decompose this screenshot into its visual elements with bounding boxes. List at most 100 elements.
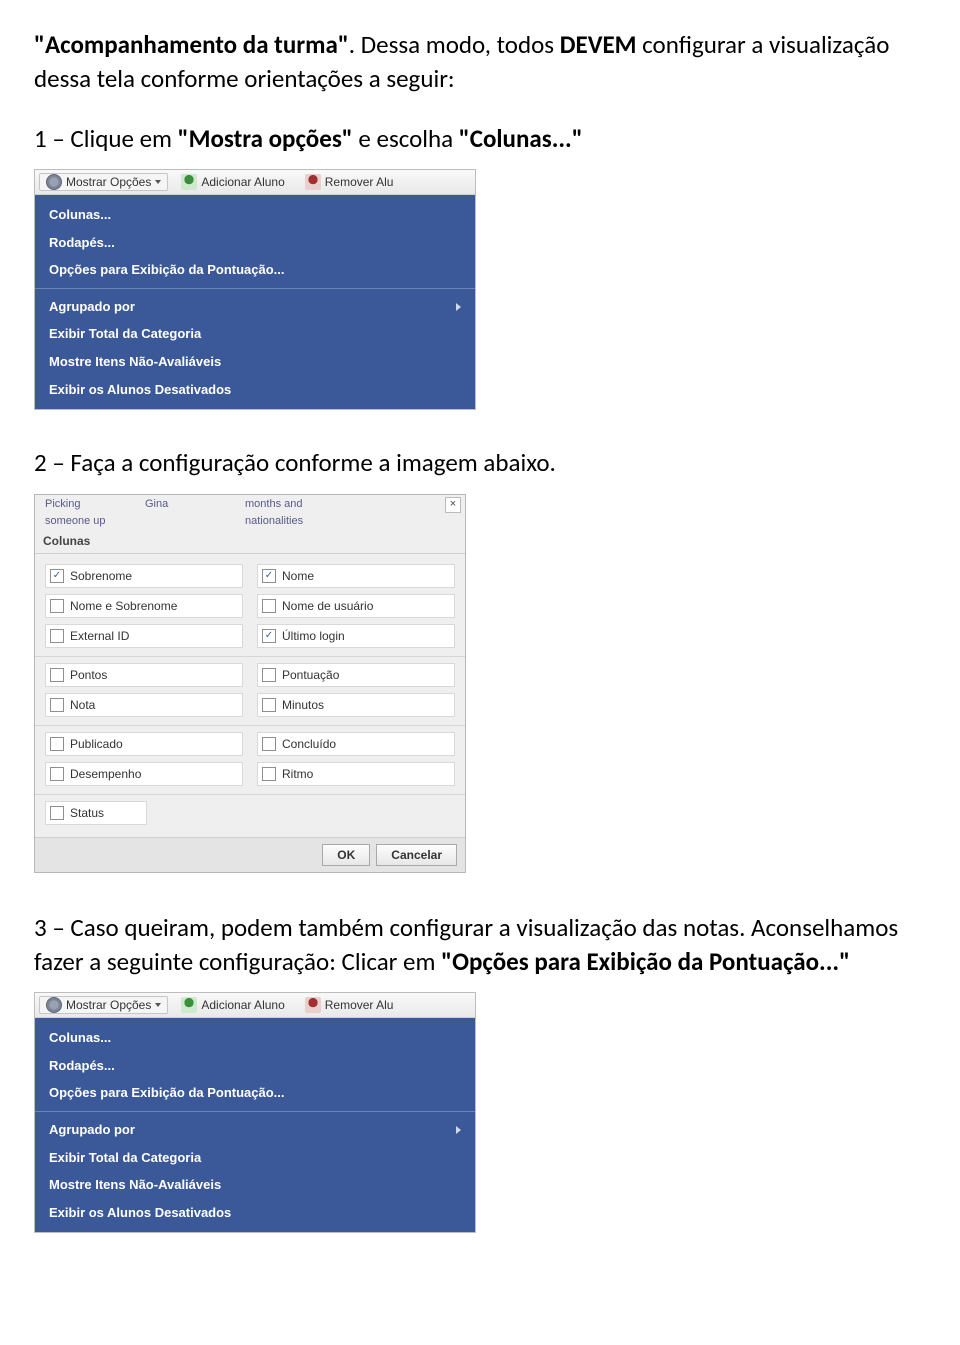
checkbox-nome-sobrenome[interactable]: Nome e Sobrenome	[45, 594, 243, 618]
close-dialog-button[interactable]: ×	[445, 497, 461, 513]
step2: 2 – Faça a configuração conforme a image…	[34, 446, 926, 480]
mostrar-opcoes-button[interactable]: Mostrar Opções	[39, 173, 168, 191]
step3: 3 – Caso queiram, podem também configura…	[34, 911, 926, 979]
add-user-icon	[181, 997, 197, 1013]
checkbox-icon	[50, 599, 64, 613]
step1-q2: "Colunas..."	[459, 123, 583, 154]
checkbox-icon	[50, 629, 64, 643]
menu-mostre-itens-nao-avaliaveis[interactable]: Mostre Itens Não-Avaliáveis	[35, 348, 475, 376]
dialog-button-bar: OK Cancelar	[35, 837, 465, 872]
checkbox-icon	[262, 737, 276, 751]
options-toolbar: Mostrar Opções Adicionar Aluno Remover A…	[35, 170, 475, 195]
menu-rodapes-label: Rodapés...	[49, 1057, 115, 1075]
menu-exibir-alunos-desativados-label: Exibir os Alunos Desativados	[49, 381, 231, 399]
checkbox-concluido[interactable]: Concluído	[257, 732, 455, 756]
intro-devem: DEVEM	[560, 29, 637, 60]
checkbox-label: Desempenho	[70, 766, 141, 782]
menu-opcoes-pontuacao-label: Opções para Exibição da Pontuação...	[49, 261, 285, 279]
checkbox-icon	[262, 698, 276, 712]
checkbox-label: Ritmo	[282, 766, 313, 782]
colunas-dialog: Picking Gina months and someone up natio…	[34, 494, 466, 873]
menu-mostre-itens-nao-avaliaveis[interactable]: Mostre Itens Não-Avaliáveis	[35, 1171, 475, 1199]
remove-user-icon	[305, 997, 321, 1013]
bg-gina: Gina	[145, 497, 235, 512]
step1-lead: 1 – Clique em	[34, 123, 178, 154]
menu-agrupado-por[interactable]: Agrupado por	[35, 1116, 475, 1144]
menu-opcoes-pontuacao[interactable]: Opções para Exibição da Pontuação...	[35, 256, 475, 284]
checkbox-ritmo[interactable]: Ritmo	[257, 762, 455, 786]
cancel-button[interactable]: Cancelar	[376, 844, 457, 866]
step3-q1: "Opções para Exibição da Pontuação..."	[441, 946, 850, 977]
menu-exibir-total-categoria[interactable]: Exibir Total da Categoria	[35, 320, 475, 348]
checkbox-pontuacao[interactable]: Pontuação	[257, 663, 455, 687]
menu-rodapes[interactable]: Rodapés...	[35, 1052, 475, 1080]
mostrar-opcoes-label: Mostrar Opções	[66, 997, 151, 1013]
checkbox-icon	[262, 668, 276, 682]
checkbox-label: Nome de usuário	[282, 598, 373, 614]
bg-nationalities: nationalities	[245, 514, 355, 529]
checkbox-sobrenome[interactable]: ✓Sobrenome	[45, 564, 243, 588]
menu-mostre-itens-label: Mostre Itens Não-Avaliáveis	[49, 353, 221, 371]
remover-aluno-label: Remover Alu	[325, 997, 394, 1013]
menu-colunas[interactable]: Colunas...	[35, 1024, 475, 1052]
menu-separator	[35, 288, 475, 289]
checkbox-pontos[interactable]: Pontos	[45, 663, 243, 687]
menu-rodapes[interactable]: Rodapés...	[35, 229, 475, 257]
checkbox-label: Minutos	[282, 697, 324, 713]
step1-mid: e escolha	[353, 123, 459, 154]
checkbox-label: Concluído	[282, 736, 336, 752]
colunas-body: ✓Sobrenome ✓Nome Nome e Sobrenome Nome d…	[35, 553, 465, 837]
checkbox-nome[interactable]: ✓ Nome	[257, 564, 455, 588]
step1-q1: "Mostra opções"	[178, 123, 353, 154]
checkbox-icon: ✓	[262, 569, 276, 583]
bg-someone: someone up	[45, 514, 135, 529]
intro-tail1: . Dessa modo, todos	[349, 29, 560, 60]
mostrar-opcoes-label: Mostrar Opções	[66, 174, 151, 190]
submenu-arrow-icon	[456, 303, 461, 311]
checkbox-desempenho[interactable]: Desempenho	[45, 762, 243, 786]
adicionar-aluno-button[interactable]: Adicionar Aluno	[174, 996, 291, 1014]
menu-colunas[interactable]: Colunas...	[35, 201, 475, 229]
group-separator	[35, 794, 465, 795]
menu-exibir-alunos-desativados[interactable]: Exibir os Alunos Desativados	[35, 376, 475, 404]
caret-down-icon	[155, 180, 161, 184]
ok-button[interactable]: OK	[322, 844, 370, 866]
checkbox-icon	[50, 668, 64, 682]
checkbox-external-id[interactable]: External ID	[45, 624, 243, 648]
checkbox-label: Nome	[282, 568, 314, 584]
check-group-3: Status	[45, 801, 455, 825]
check-group-1: Pontos Pontuação Nota Minutos	[45, 663, 455, 717]
menu-opcoes-pontuacao[interactable]: Opções para Exibição da Pontuação...	[35, 1079, 475, 1107]
checkbox-icon	[50, 698, 64, 712]
checkbox-nota[interactable]: Nota	[45, 693, 243, 717]
remover-aluno-button[interactable]: Remover Alu	[298, 173, 401, 191]
checkbox-icon	[262, 767, 276, 781]
checkbox-minutos[interactable]: Minutos	[257, 693, 455, 717]
menu-agrupado-por[interactable]: Agrupado por	[35, 293, 475, 321]
menu-mostre-itens-label: Mostre Itens Não-Avaliáveis	[49, 1176, 221, 1194]
checkbox-publicado[interactable]: Publicado	[45, 732, 243, 756]
step1: 1 – Clique em "Mostra opções" e escolha …	[34, 122, 926, 156]
checkbox-label: External ID	[70, 628, 129, 644]
checkbox-nome-usuario[interactable]: Nome de usuário	[257, 594, 455, 618]
options-menu-figure-1: Mostrar Opções Adicionar Aluno Remover A…	[34, 169, 476, 410]
mostrar-opcoes-button[interactable]: Mostrar Opções	[39, 996, 168, 1014]
bg-picking: Picking	[45, 497, 135, 512]
checkbox-label: Sobrenome	[70, 568, 132, 584]
menu-exibir-alunos-desativados[interactable]: Exibir os Alunos Desativados	[35, 1199, 475, 1227]
remover-aluno-button[interactable]: Remover Alu	[298, 996, 401, 1014]
options-toolbar: Mostrar Opções Adicionar Aluno Remover A…	[35, 993, 475, 1018]
menu-exibir-total-categoria[interactable]: Exibir Total da Categoria	[35, 1144, 475, 1172]
adicionar-aluno-label: Adicionar Aluno	[201, 997, 284, 1013]
checkbox-status[interactable]: Status	[45, 801, 147, 825]
adicionar-aluno-button[interactable]: Adicionar Aluno	[174, 173, 291, 191]
checkbox-label: Nota	[70, 697, 95, 713]
menu-agrupado-por-label: Agrupado por	[49, 298, 135, 316]
checkbox-icon: ✓	[262, 629, 276, 643]
menu-colunas-label: Colunas...	[49, 206, 111, 224]
add-user-icon	[181, 174, 197, 190]
menu-exibir-total-categoria-label: Exibir Total da Categoria	[49, 325, 201, 343]
menu-colunas-label: Colunas...	[49, 1029, 111, 1047]
checkbox-ultimo-login[interactable]: ✓Último login	[257, 624, 455, 648]
adicionar-aluno-label: Adicionar Aluno	[201, 174, 284, 190]
